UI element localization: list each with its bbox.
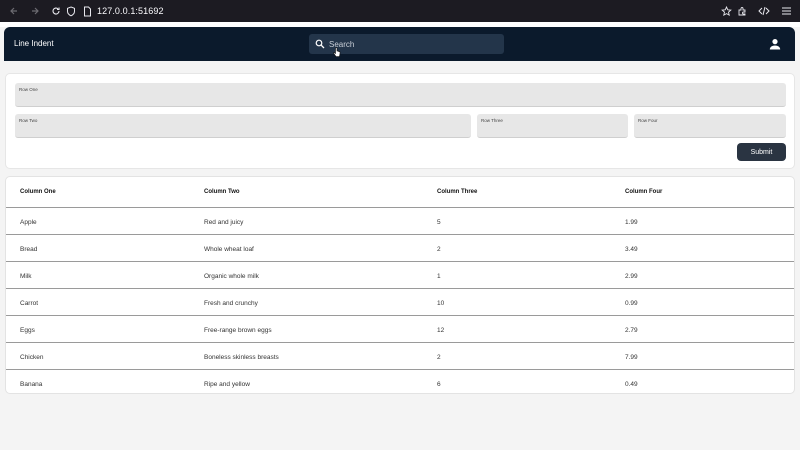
table-row: Apple Red and juicy 5 1.99: [6, 208, 794, 235]
cell-column-two: Fresh and crunchy: [204, 300, 258, 307]
cell-column-four: 2.79: [625, 327, 638, 334]
cell-column-four: 3.49: [625, 246, 638, 253]
account-icon[interactable]: [768, 37, 782, 51]
search-input[interactable]: [329, 39, 489, 49]
cell-column-three: 5: [437, 219, 441, 226]
row-one-field[interactable]: Row One: [15, 83, 786, 107]
header-column-four[interactable]: Column Four: [625, 189, 662, 195]
menu-icon[interactable]: [778, 3, 794, 19]
cell-column-one: Eggs: [20, 327, 35, 334]
table-row: Banana Ripe and yellow 6 0.49: [6, 370, 794, 393]
app-bar: Line Indent: [4, 27, 795, 61]
cell-column-three: 2: [437, 354, 441, 361]
form-card: Row One Row Two Row Three Row Four Submi…: [5, 73, 795, 169]
table-row: Carrot Fresh and crunchy 10 0.99: [6, 289, 794, 316]
table-header-row: Column One Column Two Column Three Colum…: [6, 177, 794, 208]
row-four-field[interactable]: Row Four: [634, 114, 786, 138]
url-text[interactable]: 127.0.0.1:51692: [97, 6, 164, 16]
app-title: Line Indent: [14, 39, 54, 48]
extensions-icon[interactable]: [734, 3, 750, 19]
submit-button[interactable]: Submit: [737, 143, 786, 161]
devtools-icon[interactable]: [756, 3, 772, 19]
cell-column-four: 1.99: [625, 219, 638, 226]
cell-column-one: Milk: [20, 273, 32, 280]
cell-column-three: 1: [437, 273, 441, 280]
header-column-one[interactable]: Column One: [20, 189, 56, 195]
page-icon: [83, 6, 92, 17]
table-row: Eggs Free-range brown eggs 12 2.79: [6, 316, 794, 343]
table-row: Chicken Boneless skinless breasts 2 7.99: [6, 343, 794, 370]
row-two-field[interactable]: Row Two: [15, 114, 471, 138]
cell-column-one: Carrot: [20, 300, 39, 307]
row-three-label: Row Three: [481, 118, 503, 123]
url-bar[interactable]: 127.0.0.1:51692: [66, 3, 738, 19]
forward-icon[interactable]: [27, 3, 43, 19]
table-row: Milk Organic whole milk 1 2.99: [6, 262, 794, 289]
header-column-three[interactable]: Column Three: [437, 189, 477, 195]
browser-actions: [728, 3, 794, 19]
cell-column-three: 10: [437, 300, 445, 307]
cell-column-two: Red and juicy: [204, 219, 244, 226]
cell-column-one: Apple: [20, 219, 37, 226]
cell-column-four: 0.49: [625, 381, 638, 388]
header-column-two[interactable]: Column Two: [204, 189, 240, 195]
cell-column-two: Free-range brown eggs: [204, 327, 272, 334]
row-four-label: Row Four: [638, 118, 658, 123]
cell-column-four: 0.99: [625, 300, 638, 307]
cell-column-one: Chicken: [20, 354, 44, 361]
shield-icon[interactable]: [66, 5, 76, 17]
cell-column-two: Whole wheat loaf: [204, 246, 254, 253]
cell-column-four: 2.99: [625, 273, 638, 280]
cell-column-four: 7.99: [625, 354, 638, 361]
cell-column-one: Banana: [20, 381, 43, 388]
reload-icon[interactable]: [48, 3, 64, 19]
cell-column-two: Ripe and yellow: [204, 381, 250, 388]
row-three-field[interactable]: Row Three: [477, 114, 628, 138]
search-icon: [315, 39, 325, 49]
browser-toolbar: 127.0.0.1:51692: [0, 0, 800, 22]
row-two-label: Row Two: [19, 118, 38, 123]
browser-nav: [6, 3, 69, 19]
mouse-cursor-icon: [333, 45, 341, 57]
back-icon[interactable]: [6, 3, 22, 19]
data-table: Column One Column Two Column Three Colum…: [5, 176, 795, 394]
row-one-label: Row One: [19, 87, 38, 92]
cell-column-one: Bread: [20, 246, 38, 253]
cell-column-three: 12: [437, 327, 445, 334]
cell-column-two: Organic whole milk: [204, 273, 259, 280]
cell-column-three: 6: [437, 381, 441, 388]
cell-column-three: 2: [437, 246, 441, 253]
cell-column-two: Boneless skinless breasts: [204, 354, 279, 361]
table-row: Bread Whole wheat loaf 2 3.49: [6, 235, 794, 262]
